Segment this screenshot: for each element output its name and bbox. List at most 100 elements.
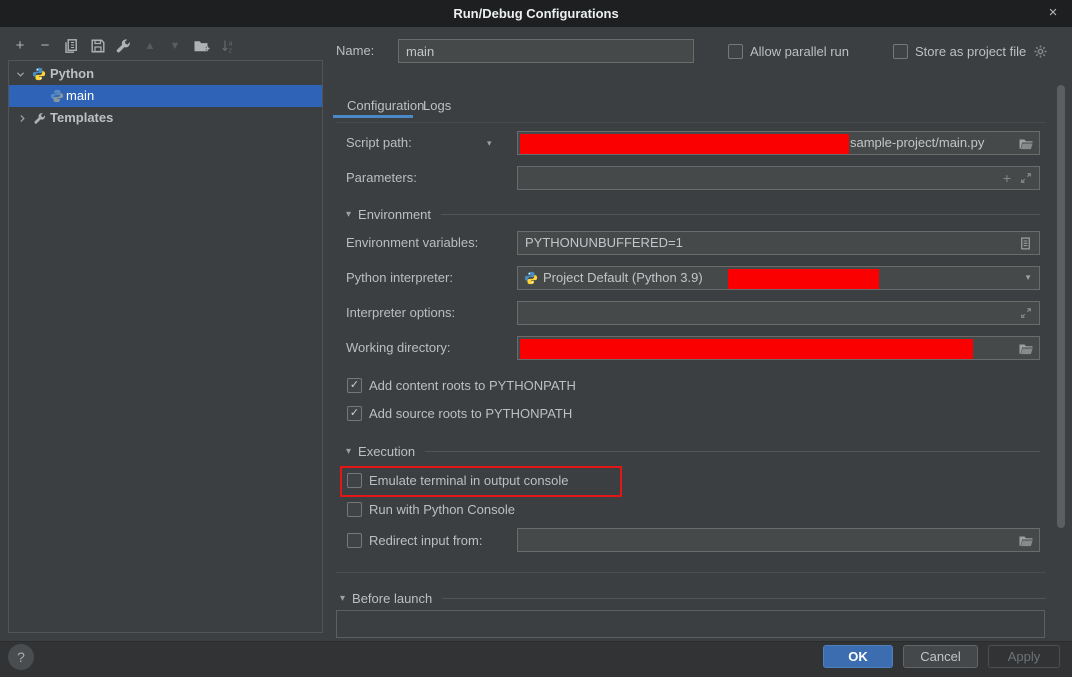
svg-text:a: a — [229, 41, 233, 48]
section-rule — [425, 451, 1040, 452]
redaction-block — [520, 339, 973, 359]
add-content-roots-checkbox[interactable]: ✓ Add content roots to PYTHONPATH — [347, 375, 576, 395]
environment-section-header[interactable]: ▾ Environment — [346, 204, 1040, 224]
checkbox-label: Allow parallel run — [750, 44, 849, 59]
content-bottom-rule — [336, 572, 1046, 573]
new-folder-icon — [193, 38, 210, 54]
allow-parallel-run-checkbox[interactable]: Allow parallel run — [728, 41, 849, 61]
new-folder-button[interactable] — [190, 36, 212, 56]
apply-button[interactable]: Apply — [988, 645, 1060, 668]
environment-variables-label: Environment variables: — [346, 231, 478, 255]
section-rule — [442, 598, 1046, 599]
script-path-dropdown-icon[interactable]: ▾ — [487, 131, 492, 155]
dropdown-arrow-icon: ▼ — [1024, 267, 1032, 289]
sort-button[interactable]: az — [217, 36, 239, 56]
gear-icon[interactable] — [1033, 44, 1048, 59]
script-path-field[interactable]: sample-project/main.py — [517, 131, 1040, 155]
expand-icon[interactable] — [1019, 171, 1033, 185]
vertical-scrollbar-thumb[interactable] — [1057, 85, 1065, 528]
store-as-project-file-checkbox[interactable]: Store as project file — [893, 41, 1048, 61]
checkbox-box — [347, 473, 362, 488]
check-icon: ✓ — [350, 408, 359, 419]
tree-item-main[interactable]: main — [9, 85, 322, 107]
remove-button[interactable]: − — [34, 36, 56, 56]
wrench-icon — [33, 112, 46, 125]
triangle-up-icon: ▲ — [145, 36, 156, 56]
section-label: Execution — [358, 444, 415, 459]
tree-item-label: Python — [50, 63, 94, 85]
triangle-down-icon: ▼ — [170, 36, 181, 56]
tab-logs[interactable]: Logs — [423, 95, 451, 117]
move-down-button[interactable]: ▼ — [164, 36, 186, 56]
copy-icon — [63, 38, 79, 54]
checkbox-box: ✓ — [347, 406, 362, 421]
parameters-field[interactable]: + — [517, 166, 1040, 190]
interpreter-options-field[interactable] — [517, 301, 1040, 325]
checkbox-label: Run with Python Console — [369, 502, 515, 517]
working-directory-field[interactable] — [517, 336, 1040, 360]
tree-item-label: main — [66, 85, 94, 107]
copy-button[interactable] — [60, 36, 82, 56]
working-directory-label: Working directory: — [346, 336, 451, 360]
checkbox-label: Add source roots to PYTHONPATH — [369, 406, 572, 421]
environment-variables-value: PYTHONUNBUFFERED=1 — [525, 232, 683, 254]
expand-icon[interactable] — [1019, 306, 1033, 320]
move-up-button[interactable]: ▲ — [139, 36, 161, 56]
minus-icon: − — [41, 36, 50, 56]
add-button[interactable]: + — [9, 36, 31, 56]
chevron-right-icon — [17, 113, 28, 124]
name-label: Name: — [336, 39, 374, 63]
chevron-down-icon — [15, 69, 26, 80]
checkbox-box — [347, 502, 362, 517]
browse-folder-icon[interactable] — [1018, 341, 1034, 357]
edit-templates-button[interactable] — [112, 36, 134, 56]
script-path-label: Script path: — [346, 131, 412, 155]
collapse-arrow-icon: ▾ — [346, 209, 351, 220]
parameters-label: Parameters: — [346, 166, 417, 190]
add-macro-icon[interactable]: + — [1003, 167, 1011, 189]
checkbox-label: Store as project file — [915, 44, 1026, 59]
run-with-python-console-checkbox[interactable]: Run with Python Console — [347, 499, 515, 519]
active-tab-underline — [333, 115, 413, 118]
python-icon — [32, 67, 46, 81]
checkbox-label: Emulate terminal in output console — [369, 473, 568, 488]
dialog-title: Run/Debug Configurations — [0, 0, 1072, 27]
name-input[interactable] — [398, 39, 694, 63]
plus-icon: + — [16, 36, 25, 56]
before-launch-section-header[interactable]: ▾ Before launch — [340, 588, 1046, 608]
check-icon: ✓ — [350, 380, 359, 391]
add-source-roots-checkbox[interactable]: ✓ Add source roots to PYTHONPATH — [347, 403, 572, 423]
close-icon[interactable]: × — [1042, 0, 1064, 27]
interpreter-options-label: Interpreter options: — [346, 301, 455, 325]
collapse-arrow-icon: ▾ — [340, 593, 345, 604]
wrench-icon — [115, 38, 131, 54]
ok-button[interactable]: OK — [823, 645, 893, 668]
checkbox-label: Add content roots to PYTHONPATH — [369, 378, 576, 393]
tree-item-python[interactable]: Python — [9, 63, 322, 85]
environment-variables-field[interactable]: PYTHONUNBUFFERED=1 — [517, 231, 1040, 255]
title-bar: Run/Debug Configurations × — [0, 0, 1072, 27]
browse-folder-icon[interactable] — [1018, 136, 1034, 152]
emulate-terminal-checkbox[interactable]: Emulate terminal in output console — [347, 470, 568, 490]
help-button[interactable]: ? — [8, 644, 34, 670]
redirect-input-checkbox[interactable]: Redirect input from: — [347, 530, 482, 550]
configurations-tree: Python main Templates — [8, 60, 323, 633]
collapse-arrow-icon: ▾ — [346, 446, 351, 457]
before-launch-task-list[interactable] — [336, 610, 1045, 638]
section-rule — [441, 214, 1040, 215]
edit-variables-icon[interactable] — [1018, 236, 1033, 251]
execution-section-header[interactable]: ▾ Execution — [346, 441, 1040, 461]
svg-text:z: z — [229, 48, 233, 55]
redaction-block — [728, 269, 879, 289]
python-interpreter-dropdown[interactable]: Project Default (Python 3.9) ▼ — [517, 266, 1040, 290]
redirect-input-field[interactable] — [517, 528, 1040, 552]
script-path-value: sample-project/main.py — [850, 132, 984, 154]
cancel-button[interactable]: Cancel — [903, 645, 978, 668]
section-label: Environment — [358, 207, 431, 222]
tree-item-templates[interactable]: Templates — [9, 107, 322, 129]
tab-configuration[interactable]: Configuration — [347, 95, 424, 117]
checkbox-label: Redirect input from: — [369, 533, 482, 548]
python-icon — [50, 89, 64, 103]
browse-folder-icon[interactable] — [1018, 533, 1034, 549]
save-button[interactable] — [87, 36, 109, 56]
